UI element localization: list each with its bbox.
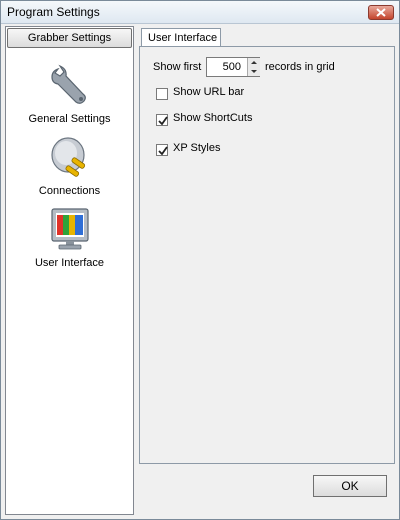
sidebar-item-connections[interactable]: Connections bbox=[6, 133, 133, 197]
settings-sidebar: Grabber Settings General Settings Connec… bbox=[5, 26, 134, 515]
xp-styles-label: XP Styles bbox=[173, 142, 221, 154]
ok-button[interactable]: OK bbox=[313, 475, 387, 497]
show-first-label: Show first bbox=[153, 61, 202, 73]
spin-down-icon bbox=[251, 70, 257, 73]
monitor-icon bbox=[50, 208, 89, 250]
xp-styles-checkbox[interactable] bbox=[156, 144, 168, 156]
window-title: Program Settings bbox=[7, 5, 100, 19]
title-bar[interactable]: Program Settings bbox=[1, 1, 399, 24]
sidebar-item-user-interface[interactable]: User Interface bbox=[6, 205, 133, 269]
program-settings-window: Program Settings Grabber Settings Genera… bbox=[0, 0, 400, 520]
sidebar-item-label: Connections bbox=[38, 185, 101, 197]
sidebar-item-general-settings[interactable]: General Settings bbox=[6, 61, 133, 125]
spin-down-button[interactable] bbox=[248, 67, 260, 76]
show-shortcuts-label: Show ShortCuts bbox=[173, 112, 253, 124]
plug-icon bbox=[50, 137, 85, 177]
close-icon bbox=[376, 8, 386, 17]
tab-user-interface[interactable]: User Interface bbox=[141, 28, 221, 47]
show-shortcuts-checkbox[interactable] bbox=[156, 114, 168, 126]
records-count-value[interactable]: 500 bbox=[211, 58, 241, 76]
records-spinner[interactable] bbox=[247, 58, 260, 76]
checkmark-icon bbox=[158, 146, 168, 156]
checkmark-icon bbox=[158, 116, 168, 126]
close-button[interactable] bbox=[368, 5, 394, 20]
records-suffix-label: records in grid bbox=[265, 61, 335, 73]
spin-up-icon bbox=[251, 61, 257, 64]
user-interface-panel: Show first 500 records in grid Show URL … bbox=[139, 46, 395, 464]
sidebar-item-label: User Interface bbox=[34, 257, 105, 269]
grabber-settings-button[interactable]: Grabber Settings bbox=[7, 28, 132, 48]
show-url-bar-label: Show URL bar bbox=[173, 86, 245, 98]
show-url-bar-checkbox[interactable] bbox=[156, 88, 168, 100]
records-count-stepper[interactable]: 500 bbox=[206, 57, 260, 77]
spin-up-button[interactable] bbox=[248, 58, 260, 67]
sidebar-item-label: General Settings bbox=[28, 113, 111, 125]
wrench-icon bbox=[50, 64, 86, 104]
